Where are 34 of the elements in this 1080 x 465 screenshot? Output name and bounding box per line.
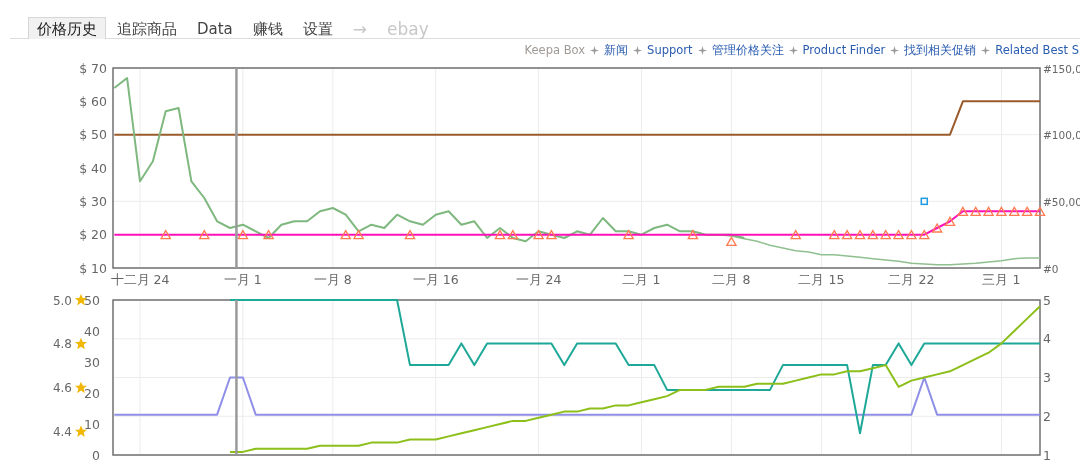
axis-label: 0 [92,447,100,463]
axis-label: $ 50 [79,127,107,143]
axis-label: 2 [1043,408,1051,424]
axis-label: 50 [84,292,100,308]
axis-label: 5 [1043,292,1051,308]
axis-label: $ 60 [79,93,107,109]
axis-label: $ 70 [79,60,107,76]
axis-label: $ 10 [79,260,107,276]
axis-label: 4 [1043,331,1051,347]
axis-label: 二月 22 [888,272,935,287]
axis-label: 一月 1 [223,272,262,287]
axis-label: 1 [1043,447,1051,463]
axis-label: 三月 1 [982,272,1021,287]
axis-label: 二月 8 [712,272,751,287]
axis-label: 30 [84,354,100,370]
axis-label: 10 [84,416,100,432]
axis-label: $ 40 [79,160,107,176]
axis-label: $ 20 [79,227,107,243]
axis-label: 40 [84,323,100,339]
axis-label: #0 [1043,262,1059,275]
axis-label: 20 [84,385,100,401]
axis-label: 一月 24 [515,272,562,287]
axis-label: 4.6 [52,381,72,396]
axis-label: 4.4 [52,425,72,440]
link: Keepa Box [524,43,586,57]
axis-label: 二月 15 [798,272,845,287]
axis-label: 十二月 24 [110,272,170,287]
axis-label: 一月 8 [313,272,352,287]
axis-label: 3 [1043,370,1051,385]
axis-label: 4.8 [52,337,72,352]
axis-label: 5.0 [52,293,72,308]
axis-label: 一月 16 [412,272,459,287]
axis-label: 二月 1 [622,272,661,287]
axis-label: $ 30 [79,193,107,209]
